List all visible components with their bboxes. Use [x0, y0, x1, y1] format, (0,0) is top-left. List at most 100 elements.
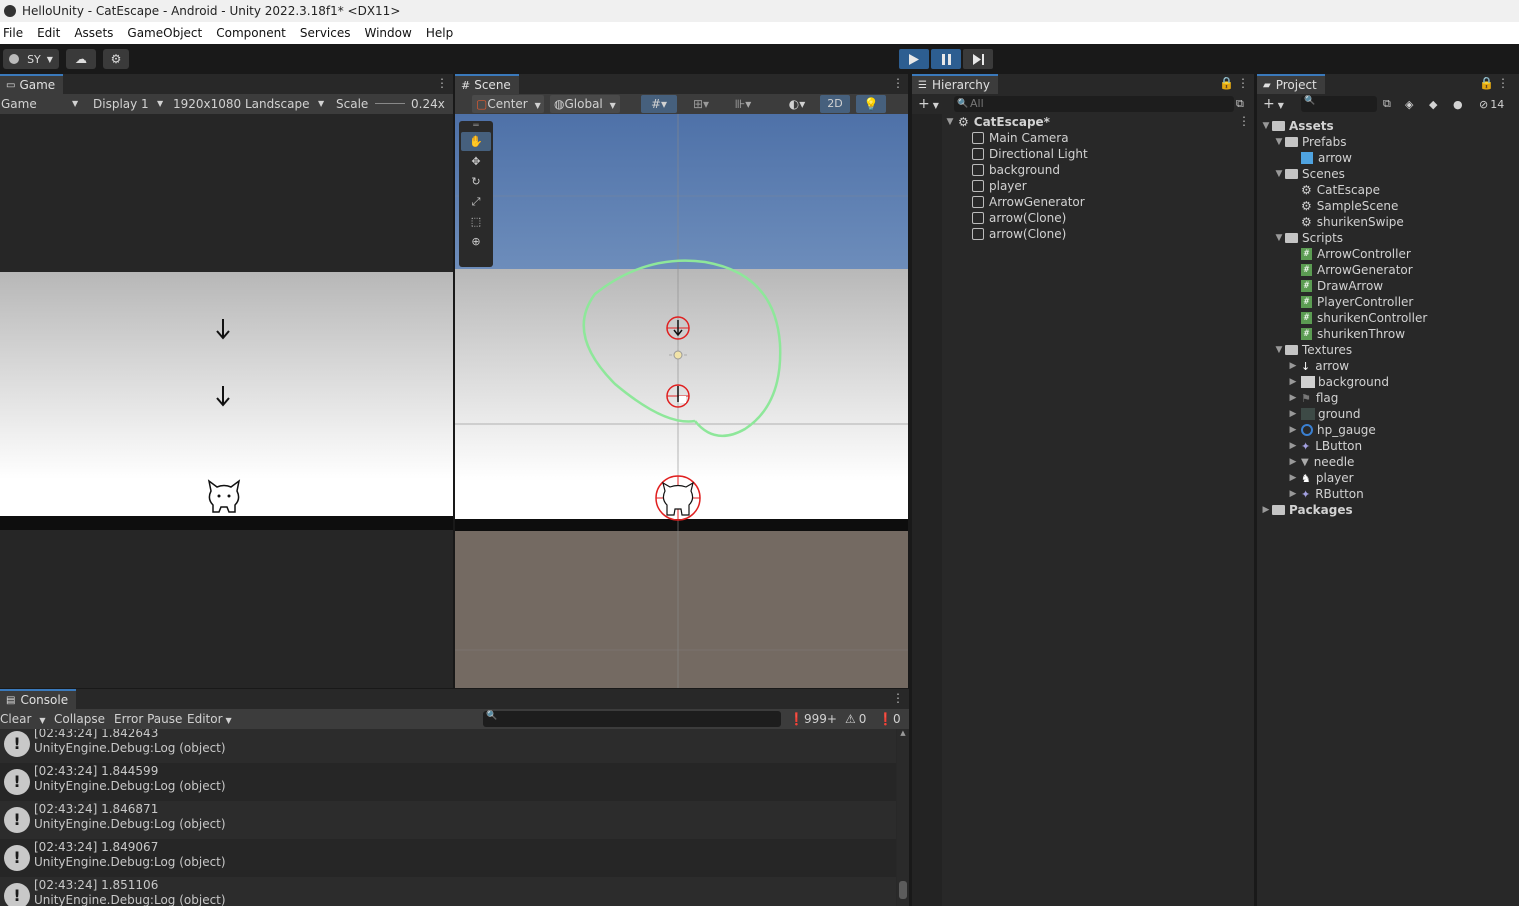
- hierarchy-item[interactable]: arrow(Clone): [972, 226, 1066, 242]
- hierarchy-item[interactable]: Directional Light: [972, 146, 1088, 162]
- menu-assets[interactable]: Assets: [71, 26, 120, 40]
- project-folder-textures[interactable]: ▼ Textures: [1273, 342, 1353, 358]
- hierarchy-search-options-icon[interactable]: ⧉: [1236, 97, 1244, 111]
- project-search-input[interactable]: 🔍: [1301, 96, 1377, 112]
- project-asset[interactable]: # ArrowController: [1301, 246, 1411, 262]
- collapsed-arrow-icon[interactable]: ▶: [1287, 473, 1299, 483]
- scale-tool-button[interactable]: ⤢: [461, 192, 491, 211]
- project-folder-scripts[interactable]: ▼ Scripts: [1273, 230, 1344, 246]
- project-asset[interactable]: arrow: [1301, 150, 1352, 166]
- scene-arrow-gizmo-1[interactable]: [666, 316, 690, 340]
- project-asset[interactable]: ▶ ♞ player: [1287, 470, 1354, 486]
- project-asset[interactable]: ▶ ✦ RButton: [1287, 486, 1364, 502]
- tab-console[interactable]: ▤ Console: [0, 689, 77, 709]
- project-asset[interactable]: ▶ hp_gauge: [1287, 422, 1376, 438]
- hierarchy-item[interactable]: player: [972, 178, 1027, 194]
- project-folder-packages[interactable]: ▶ Packages: [1260, 502, 1353, 518]
- console-scrollbar[interactable]: ▲: [897, 729, 909, 906]
- console-panel-menu-icon[interactable]: ⋮: [892, 691, 904, 705]
- pause-button[interactable]: [931, 49, 961, 69]
- snap-increment-toggle[interactable]: ⊪▾: [725, 95, 761, 113]
- cloud-button[interactable]: ☁: [66, 49, 96, 69]
- tab-project[interactable]: ▰ Project: [1257, 74, 1325, 94]
- expand-arrow-icon[interactable]: ▼: [1273, 137, 1285, 147]
- hierarchy-scene-root[interactable]: ▼ ⚙ CatEscape*: [944, 114, 1050, 130]
- game-viewport[interactable]: [0, 114, 453, 688]
- toggle-2d-button[interactable]: 2D: [820, 95, 850, 113]
- collapsed-arrow-icon[interactable]: ▶: [1260, 505, 1272, 515]
- console-scrollbar-thumb[interactable]: [899, 881, 907, 899]
- project-asset[interactable]: ⚙ shurikenSwipe: [1301, 214, 1404, 230]
- expand-arrow-icon[interactable]: ▼: [1260, 121, 1272, 131]
- collapsed-arrow-icon[interactable]: ▶: [1287, 425, 1299, 435]
- project-asset[interactable]: ⚙ SampleScene: [1301, 198, 1398, 214]
- play-button[interactable]: [899, 49, 929, 69]
- move-tool-button[interactable]: ✥: [461, 152, 491, 171]
- hierarchy-item[interactable]: background: [972, 162, 1060, 178]
- step-button[interactable]: [963, 49, 993, 69]
- hierarchy-item[interactable]: arrow(Clone): [972, 210, 1066, 226]
- scene-arrow-gizmo-2[interactable]: [666, 384, 690, 408]
- project-asset[interactable]: ▶ background: [1287, 374, 1389, 390]
- collapsed-arrow-icon[interactable]: ▶: [1287, 361, 1299, 371]
- hierarchy-item[interactable]: Main Camera: [972, 130, 1069, 146]
- project-asset[interactable]: ⚙ CatEscape: [1301, 182, 1380, 198]
- resolution-dropdown[interactable]: 1920x1080 Landscape ▼: [173, 97, 328, 111]
- project-folder-prefabs[interactable]: ▼ Prefabs: [1273, 134, 1347, 150]
- scale-slider[interactable]: [375, 103, 405, 104]
- project-asset[interactable]: ▶ ⚑ flag: [1287, 390, 1339, 406]
- project-asset[interactable]: ▶ ✦ LButton: [1287, 438, 1363, 454]
- menu-component[interactable]: Component: [213, 26, 293, 40]
- game-view-dropdown[interactable]: Game ▼: [1, 97, 81, 111]
- collapsed-arrow-icon[interactable]: ▶: [1287, 441, 1299, 451]
- space-dropdown[interactable]: ◍Global ▼: [550, 95, 620, 113]
- error-filter-toggle[interactable]: ❗0: [878, 712, 901, 726]
- search-by-label-icon[interactable]: ◈: [1405, 98, 1413, 111]
- expand-arrow-icon[interactable]: ▼: [1273, 345, 1285, 355]
- expand-arrow-icon[interactable]: ▼: [1273, 233, 1285, 243]
- hierarchy-add-button[interactable]: + ▼: [918, 96, 939, 112]
- overlay-drag-handle[interactable]: ═: [461, 122, 491, 131]
- error-pause-button[interactable]: Error Pause: [114, 712, 182, 726]
- search-by-type-icon[interactable]: ⧉: [1383, 97, 1391, 111]
- clear-button[interactable]: Clear ▼: [0, 712, 46, 726]
- collab-settings-button[interactable]: ⚙: [103, 49, 129, 69]
- project-folder-assets[interactable]: ▼ Assets: [1260, 118, 1334, 134]
- project-asset[interactable]: ▶ ground: [1287, 406, 1361, 422]
- grid-snap-toggle[interactable]: #▾: [641, 95, 677, 113]
- menu-services[interactable]: Services: [297, 26, 358, 40]
- hand-tool-button[interactable]: ✋: [461, 132, 491, 151]
- warning-filter-toggle[interactable]: ⚠ 0: [845, 712, 866, 726]
- console-log-row[interactable]: ! [02:43:24] 1.849067 UnityEngine.Debug:…: [0, 839, 896, 877]
- hierarchy-panel-menu-icon[interactable]: ⋮: [1237, 76, 1249, 90]
- favorite-icon[interactable]: ◆: [1429, 98, 1437, 111]
- project-lock-icon[interactable]: 🔒: [1479, 76, 1494, 90]
- console-log-row[interactable]: ! [02:43:24] 1.851106 UnityEngine.Debug:…: [0, 877, 896, 906]
- hidden-packages-icon[interactable]: ⊘ 14: [1479, 98, 1504, 111]
- collapsed-arrow-icon[interactable]: ▶: [1287, 489, 1299, 499]
- console-log-row[interactable]: ! [02:43:24] 1.844599 UnityEngine.Debug:…: [0, 763, 896, 801]
- console-log-row[interactable]: ! [02:43:24] 1.846871 UnityEngine.Debug:…: [0, 801, 896, 839]
- console-search-input[interactable]: 🔍: [483, 711, 781, 727]
- collapsed-arrow-icon[interactable]: ▶: [1287, 457, 1299, 467]
- tab-game[interactable]: ▭ Game: [0, 74, 64, 94]
- scene-context-menu-icon[interactable]: ⋮: [1238, 114, 1250, 128]
- rect-tool-button[interactable]: ⬚: [461, 212, 491, 231]
- rotate-tool-button[interactable]: ↻: [461, 172, 491, 191]
- menu-gameobject[interactable]: GameObject: [124, 26, 209, 40]
- console-log-row[interactable]: ! [02:43:24] 1.842643 UnityEngine.Debug:…: [0, 729, 896, 763]
- project-asset[interactable]: # ArrowGenerator: [1301, 262, 1413, 278]
- directional-light-icon[interactable]: [669, 346, 687, 364]
- project-asset[interactable]: # DrawArrow: [1301, 278, 1383, 294]
- console-toggle-icon[interactable]: ●: [1453, 98, 1463, 111]
- menu-file[interactable]: File: [0, 26, 30, 40]
- pivot-dropdown[interactable]: ▢Center ▼: [472, 95, 544, 113]
- project-asset[interactable]: # PlayerController: [1301, 294, 1413, 310]
- tab-hierarchy[interactable]: ☰ Hierarchy: [912, 74, 998, 94]
- scene-viewport[interactable]: ═ ✋ ✥ ↻ ⤢ ⬚ ⊕: [455, 114, 908, 688]
- menu-window[interactable]: Window: [362, 26, 419, 40]
- scene-player-gizmo[interactable]: [655, 475, 701, 521]
- lighting-toggle[interactable]: 💡: [856, 95, 886, 113]
- collapsed-arrow-icon[interactable]: ▶: [1287, 393, 1299, 403]
- collapsed-arrow-icon[interactable]: ▶: [1287, 377, 1299, 387]
